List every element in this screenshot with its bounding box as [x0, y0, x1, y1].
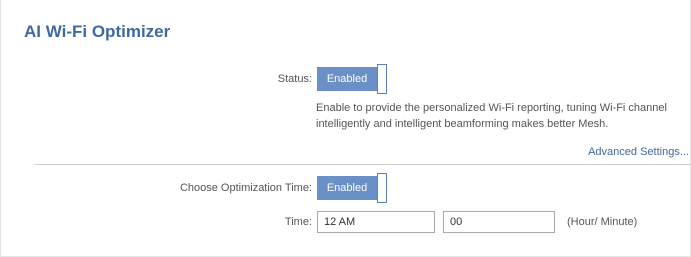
time-label: Time:	[284, 216, 312, 228]
status-toggle[interactable]: Enabled	[317, 64, 391, 94]
optimization-time-label: Choose Optimization Time:	[179, 182, 312, 194]
status-toggle-label: Enabled	[317, 67, 377, 91]
section-divider	[35, 164, 691, 165]
optimization-toggle-label: Enabled	[317, 176, 377, 200]
section-title: AI Wi-Fi Optimizer	[24, 22, 171, 41]
advanced-settings-link[interactable]: Advanced Settings...	[588, 146, 689, 158]
status-label: Status:	[277, 73, 312, 85]
toggle-knob-icon	[377, 64, 387, 94]
minute-input[interactable]: 00	[443, 211, 555, 233]
toggle-knob-icon	[377, 173, 387, 203]
optimization-time-toggle[interactable]: Enabled	[317, 173, 391, 203]
status-description: Enable to provide the personalized Wi-Fi…	[316, 102, 667, 130]
hour-input[interactable]: 12 AM	[317, 211, 435, 233]
time-unit-label: (Hour/ Minute)	[567, 216, 638, 228]
